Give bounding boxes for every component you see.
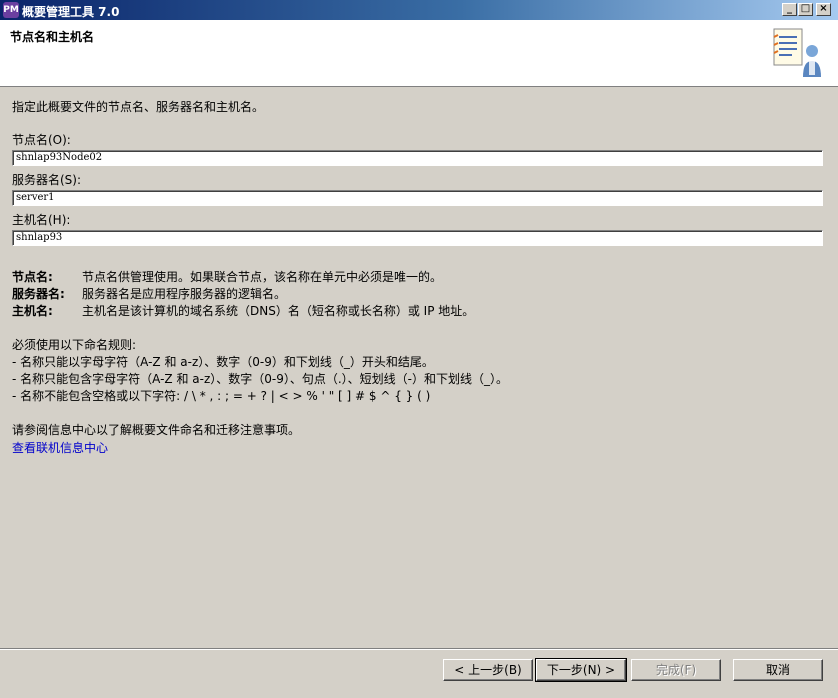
title-bar: PM 概要管理工具 7.0 _ □ × xyxy=(0,0,838,20)
wizard-document-person-icon xyxy=(773,28,821,77)
intro-text: 指定此概要文件的节点名、服务器名和主机名。 xyxy=(12,100,265,114)
minimize-button[interactable]: _ xyxy=(782,3,797,16)
host-name-input[interactable]: shnlap93 xyxy=(12,230,823,246)
close-button[interactable]: × xyxy=(816,3,831,16)
info-center-link[interactable]: 查看联机信息中心 xyxy=(12,439,108,456)
maximize-button[interactable]: □ xyxy=(798,3,813,16)
description-text: 主机名是该计算机的域名系统（DNS）名（短名称或长名称）或 IP 地址。 xyxy=(82,304,475,318)
server-name-label: 服务器名(S): xyxy=(12,173,82,187)
back-button[interactable]: < 上一步(B) xyxy=(443,659,533,681)
next-button[interactable]: 下一步(N) > xyxy=(535,658,627,682)
description-term: 节点名: xyxy=(12,270,53,284)
server-name-input[interactable]: server1 xyxy=(12,190,823,206)
description-term: 主机名: xyxy=(12,304,53,318)
description-text: 服务器名是应用程序服务器的逻辑名。 xyxy=(82,287,287,301)
node-name-input[interactable]: shnlap93Node02 xyxy=(12,150,823,166)
wizard-header: 节点名和主机名 xyxy=(0,20,838,87)
button-bar-separator xyxy=(0,648,838,650)
finish-button[interactable]: 完成(F) xyxy=(631,659,721,681)
description-term: 服务器名: xyxy=(12,287,65,301)
host-name-label: 主机名(H): xyxy=(12,213,71,227)
page-title: 节点名和主机名 xyxy=(10,30,95,44)
rule-item: - 名称不能包含空格或以下字符: / \ * , : ; = + ? | < >… xyxy=(12,389,431,403)
app-icon: PM xyxy=(3,2,19,18)
cancel-button[interactable]: 取消 xyxy=(733,659,823,681)
rule-item: - 名称只能以字母字符（A-Z 和 a-z）、数字（0-9）和下划线（_）开头和… xyxy=(12,355,434,369)
node-name-label: 节点名(O): xyxy=(12,133,71,147)
reference-text: 请参阅信息中心以了解概要文件命名和迁移注意事项。 xyxy=(12,423,301,437)
rule-item: - 名称只能包含字母字符（A-Z 和 a-z）、数字（0-9）、句点（.）、短划… xyxy=(12,372,508,386)
rules-heading: 必须使用以下命名规则: xyxy=(12,338,137,352)
description-text: 节点名供管理使用。如果联合节点，该名称在单元中必须是唯一的。 xyxy=(82,270,443,284)
window-title: 概要管理工具 7.0 xyxy=(22,5,120,19)
